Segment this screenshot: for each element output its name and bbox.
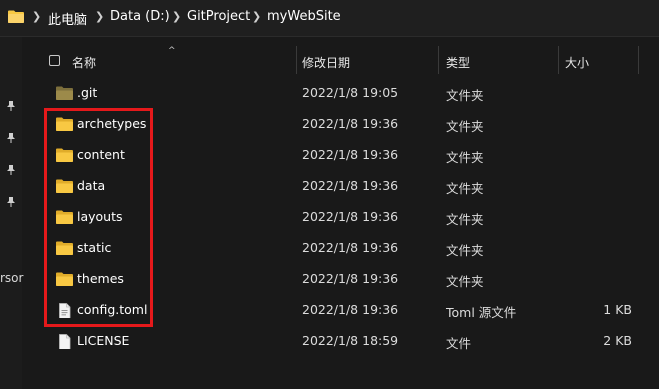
file-type: 文件夹 (446, 274, 484, 289)
column-size-header[interactable]: 大小 (565, 54, 589, 71)
file-type: Toml 源文件 (446, 305, 517, 320)
address-bar[interactable]: ❯ 此电脑 ❯ Data (D:) ❯ GitProject ❯ myWebSi… (0, 0, 659, 37)
chevron-right-icon[interactable]: ❯ (95, 10, 104, 23)
breadcrumb-this-pc[interactable]: 此电脑 (48, 9, 87, 28)
file-date: 2022/1/8 19:05 (302, 85, 399, 100)
folder-icon (56, 86, 73, 100)
file-date: 2022/1/8 19:36 (302, 178, 399, 193)
folder-icon (56, 210, 73, 224)
list-item[interactable]: data 2022/1/8 19:36 文件夹 (22, 171, 659, 202)
list-item[interactable]: archetypes 2022/1/8 19:36 文件夹 (22, 109, 659, 140)
file-name: static (77, 240, 112, 255)
file-name: data (77, 178, 106, 193)
file-name: config.toml (77, 302, 148, 317)
folder-icon (8, 10, 24, 23)
file-name: themes (77, 271, 124, 286)
file-date: 2022/1/8 19:36 (302, 209, 399, 224)
file-name: .git (77, 85, 98, 100)
file-icon (59, 303, 71, 318)
file-list: .git 2022/1/8 19:05 文件夹 archetypes 2022/… (22, 78, 659, 357)
column-divider[interactable] (638, 46, 639, 74)
file-name: LICENSE (77, 333, 130, 348)
file-date: 2022/1/8 18:59 (302, 333, 399, 348)
breadcrumb-drive[interactable]: Data (D:) (110, 9, 170, 24)
column-date-header[interactable]: 修改日期 (302, 54, 350, 71)
pin-icon[interactable] (5, 196, 17, 208)
file-type: 文件夹 (446, 243, 484, 258)
file-date: 2022/1/8 19:36 (302, 147, 399, 162)
folder-icon (56, 272, 73, 286)
column-header: ^ 名称 修改日期 类型 大小 (22, 46, 659, 76)
list-item[interactable]: layouts 2022/1/8 19:36 文件夹 (22, 202, 659, 233)
nav-item-label[interactable]: rsor (0, 271, 23, 285)
file-explorer-window: ❯ 此电脑 ❯ Data (D:) ❯ GitProject ❯ myWebSi… (0, 0, 659, 389)
file-type: 文件夹 (446, 119, 484, 134)
file-icon (59, 334, 71, 349)
breadcrumb-mywebsite[interactable]: myWebSite (267, 9, 341, 24)
file-type: 文件 (446, 336, 472, 351)
breadcrumb-gitproject[interactable]: GitProject (187, 9, 250, 24)
file-type: 文件夹 (446, 88, 484, 103)
file-name: archetypes (77, 116, 147, 131)
folder-icon (56, 241, 73, 255)
file-date: 2022/1/8 19:36 (302, 302, 399, 317)
file-date: 2022/1/8 19:36 (302, 271, 399, 286)
pin-icon[interactable] (5, 100, 17, 112)
folder-icon (56, 148, 73, 162)
navigation-pane: rsor (0, 37, 23, 389)
list-item[interactable]: static 2022/1/8 19:36 文件夹 (22, 233, 659, 264)
column-divider[interactable] (296, 46, 297, 74)
chevron-right-icon[interactable]: ❯ (32, 10, 41, 23)
list-item[interactable]: LICENSE 2022/1/8 18:59 文件 2 KB (22, 326, 659, 357)
folder-icon (56, 179, 73, 193)
file-type: 文件夹 (446, 181, 484, 196)
file-size: 2 KB (603, 333, 632, 348)
column-type-header[interactable]: 类型 (446, 54, 470, 71)
list-item[interactable]: content 2022/1/8 19:36 文件夹 (22, 140, 659, 171)
column-divider[interactable] (438, 46, 439, 74)
file-type: 文件夹 (446, 150, 484, 165)
chevron-right-icon[interactable]: ❯ (172, 10, 181, 23)
sort-ascending-icon: ^ (168, 46, 176, 56)
list-item[interactable]: themes 2022/1/8 19:36 文件夹 (22, 264, 659, 295)
file-name: content (77, 147, 125, 162)
list-item[interactable]: .git 2022/1/8 19:05 文件夹 (22, 78, 659, 109)
file-type: 文件夹 (446, 212, 484, 227)
chevron-right-icon[interactable]: ❯ (252, 10, 261, 23)
folder-icon (56, 117, 73, 131)
select-all-checkbox[interactable] (49, 55, 60, 66)
file-date: 2022/1/8 19:36 (302, 240, 399, 255)
pin-icon[interactable] (5, 164, 17, 176)
file-name: layouts (77, 209, 123, 224)
list-item[interactable]: config.toml 2022/1/8 19:36 Toml 源文件 1 KB (22, 295, 659, 326)
column-name-header[interactable]: 名称 (72, 54, 96, 71)
file-date: 2022/1/8 19:36 (302, 116, 399, 131)
file-size: 1 KB (603, 302, 632, 317)
column-divider[interactable] (558, 46, 559, 74)
pin-icon[interactable] (5, 132, 17, 144)
